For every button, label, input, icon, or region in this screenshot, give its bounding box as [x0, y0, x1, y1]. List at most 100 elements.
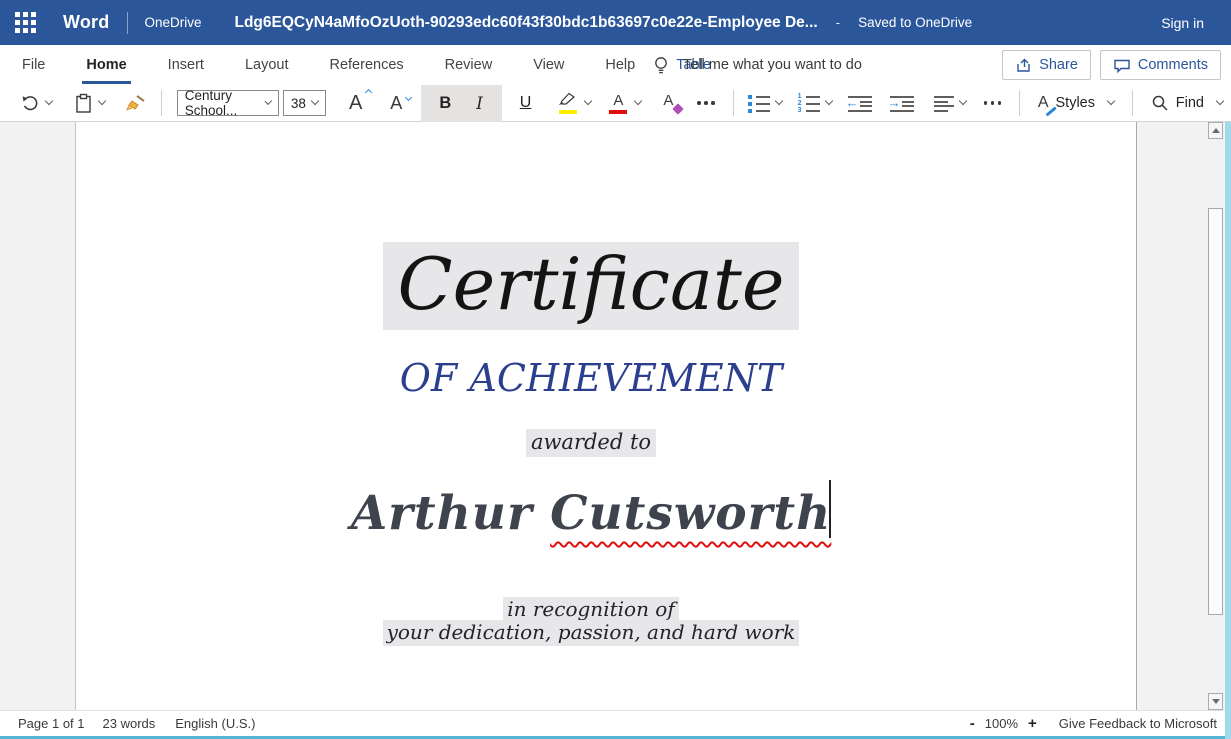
- tab-references[interactable]: References: [325, 45, 407, 85]
- font-name-select[interactable]: Century School...: [177, 90, 279, 116]
- comments-icon: [1113, 57, 1131, 74]
- font-size-select[interactable]: 38: [283, 90, 326, 116]
- styles-button[interactable]: A Styles: [1030, 94, 1122, 112]
- undo-button[interactable]: [16, 88, 56, 118]
- comments-label: Comments: [1138, 57, 1208, 73]
- recipient-name-line[interactable]: Arthur Cutsworth: [76, 484, 1106, 544]
- save-status[interactable]: Saved to OneDrive: [858, 15, 972, 30]
- tab-review[interactable]: Review: [441, 45, 497, 85]
- text-cursor: [829, 480, 831, 538]
- grow-font-button[interactable]: A: [340, 92, 371, 115]
- toolbar-divider: [161, 90, 162, 116]
- increase-indent-button[interactable]: →: [886, 88, 918, 118]
- bold-button[interactable]: B: [427, 94, 463, 113]
- align-left-icon: [934, 94, 954, 112]
- chevron-down-icon: [311, 97, 319, 105]
- share-button[interactable]: Share: [1002, 50, 1091, 80]
- toolbar-divider: [1132, 90, 1133, 116]
- toolbar-divider: [733, 90, 734, 116]
- awarded-to-line[interactable]: awarded to: [76, 430, 1106, 454]
- alignment-button[interactable]: [930, 88, 970, 118]
- chevron-down-icon: [45, 97, 53, 105]
- toolbar-divider: [1019, 90, 1020, 116]
- format-painter-button[interactable]: [121, 88, 151, 118]
- recipient-first[interactable]: Arthur: [351, 486, 550, 541]
- app-launcher-icon[interactable]: [15, 12, 37, 34]
- styles-label: Styles: [1056, 95, 1096, 111]
- bold-italic-active-group: B I: [421, 85, 501, 122]
- decrease-indent-icon: ←: [848, 94, 872, 112]
- document-title[interactable]: Ldg6EQCyN4aMfoOzUoth-90293edc60f43f30bdc…: [235, 14, 818, 32]
- bullets-button[interactable]: [744, 88, 786, 118]
- language-indicator[interactable]: English (U.S.): [175, 716, 255, 731]
- tab-layout[interactable]: Layout: [241, 45, 293, 85]
- document-canvas: Certificate OF ACHIEVEMENT awarded to Ar…: [0, 122, 1231, 710]
- chevron-down-icon: [265, 97, 273, 105]
- scroll-down-icon: [1212, 699, 1220, 704]
- tab-view[interactable]: View: [529, 45, 568, 85]
- page-indicator[interactable]: Page 1 of 1: [18, 716, 85, 731]
- comments-button[interactable]: Comments: [1100, 50, 1221, 80]
- scroll-up-icon: [1212, 128, 1220, 133]
- sign-in-button[interactable]: Sign in: [1161, 15, 1204, 31]
- certificate-subtitle[interactable]: OF ACHIEVEMENT: [76, 353, 1106, 403]
- font-name-value: Century School...: [185, 88, 261, 118]
- decrease-indent-button[interactable]: ←: [844, 88, 876, 118]
- tab-home[interactable]: Home: [82, 45, 130, 85]
- font-color-button[interactable]: A: [603, 88, 645, 118]
- tell-me-box[interactable]: Tell me what you want to do: [652, 45, 862, 85]
- tab-file[interactable]: File: [18, 45, 49, 85]
- certificate-title-text[interactable]: Certificate: [383, 242, 800, 330]
- underline-button[interactable]: U: [508, 94, 544, 112]
- caret-up-icon: [365, 88, 372, 95]
- chevron-down-icon: [584, 97, 592, 105]
- chevron-down-icon: [958, 97, 966, 105]
- home-ribbon-toolbar: Century School... 38 A A B I U: [0, 85, 1231, 122]
- share-label: Share: [1039, 57, 1078, 73]
- document-page[interactable]: Certificate OF ACHIEVEMENT awarded to Ar…: [75, 122, 1137, 710]
- certificate-title[interactable]: Certificate: [76, 238, 1106, 330]
- clear-formatting-icon: A: [657, 92, 679, 114]
- bullet-list-icon: [748, 94, 770, 112]
- word-count[interactable]: 23 words: [103, 716, 156, 731]
- scroll-up-button[interactable]: [1208, 122, 1223, 139]
- onedrive-link[interactable]: OneDrive: [144, 15, 201, 30]
- zoom-in-button[interactable]: +: [1022, 715, 1043, 732]
- topbar-divider: [127, 12, 128, 34]
- vertical-scrollbar[interactable]: [1207, 122, 1224, 710]
- more-font-options-icon[interactable]: [689, 88, 723, 118]
- feedback-link[interactable]: Give Feedback to Microsoft: [1059, 716, 1217, 731]
- numbering-button[interactable]: 1 2 3: [794, 88, 836, 118]
- chevron-down-icon: [1107, 97, 1115, 105]
- chevron-down-icon: [1216, 97, 1224, 105]
- scroll-down-button[interactable]: [1208, 693, 1223, 710]
- font-size-value: 38: [291, 96, 306, 111]
- share-icon: [1015, 57, 1032, 74]
- scrollbar-thumb[interactable]: [1208, 208, 1223, 615]
- more-paragraph-options-icon[interactable]: [976, 88, 1010, 118]
- tab-help[interactable]: Help: [601, 45, 639, 85]
- clear-formatting-button[interactable]: A: [653, 88, 683, 118]
- zoom-level[interactable]: 100%: [985, 716, 1018, 731]
- recognition-lines[interactable]: in recognition of your dedication, passi…: [76, 598, 1106, 644]
- numbered-list-icon: 1 2 3: [798, 94, 820, 112]
- increase-indent-icon: →: [890, 94, 914, 112]
- text-highlight-button[interactable]: [553, 88, 595, 118]
- shrink-font-button[interactable]: A: [381, 93, 411, 114]
- find-button[interactable]: Find: [1143, 94, 1231, 112]
- chevron-down-icon: [98, 97, 106, 105]
- paste-button[interactable]: [70, 88, 109, 118]
- caret-down-icon: [405, 93, 412, 100]
- ribbon-tabs: File Home Insert Layout References Revie…: [0, 45, 1231, 85]
- recipient-last-misspelled[interactable]: Cutsworth: [550, 486, 831, 541]
- tab-insert[interactable]: Insert: [164, 45, 208, 85]
- title-separator: -: [836, 15, 840, 30]
- zoom-out-button[interactable]: -: [964, 715, 981, 732]
- find-label: Find: [1176, 95, 1204, 111]
- app-name[interactable]: Word: [63, 12, 109, 33]
- highlighter-icon: [557, 92, 579, 114]
- window-right-edge: [1225, 122, 1231, 739]
- italic-button[interactable]: I: [463, 94, 496, 113]
- lightbulb-icon: [652, 55, 670, 75]
- chevron-down-icon: [634, 97, 642, 105]
